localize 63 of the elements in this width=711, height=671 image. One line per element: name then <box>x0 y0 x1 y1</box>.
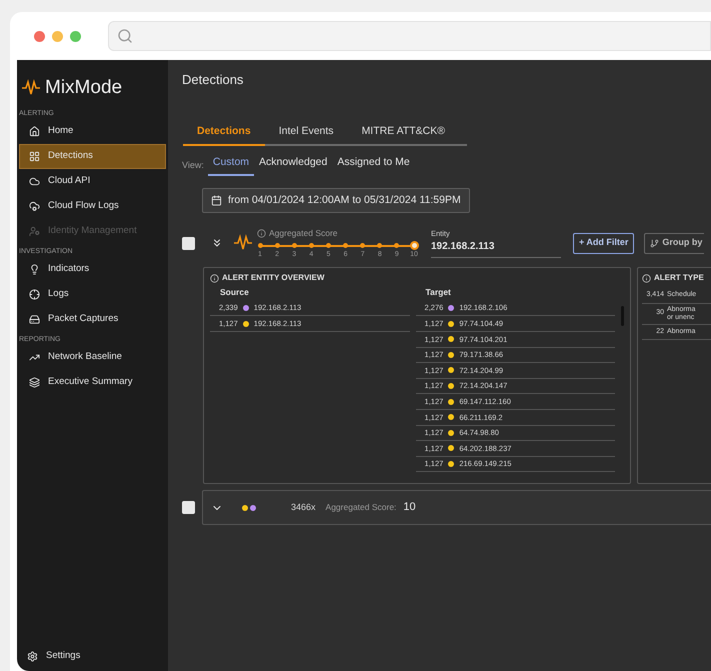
checkbox[interactable] <box>182 501 195 514</box>
logo-text: MixMode <box>45 76 122 100</box>
score-label: Aggregated Score <box>269 227 338 240</box>
add-filter-button[interactable]: + Add Filter <box>573 232 634 254</box>
user-gear-icon <box>29 226 40 236</box>
slider-tick <box>258 242 262 248</box>
sidebar-item[interactable]: Cloud API <box>19 168 166 194</box>
sidebar-item[interactable]: Executive Summary <box>19 370 166 394</box>
lightbulb-icon <box>29 264 40 274</box>
detection-row[interactable]: 3466x Aggregated Score: 10 <box>202 490 711 525</box>
score-value: 10 <box>403 500 416 516</box>
slider-thumb[interactable] <box>410 240 418 250</box>
slider-tick <box>326 242 331 248</box>
slider-tick <box>377 242 382 248</box>
score-slider[interactable] <box>257 242 417 250</box>
sidebar-item[interactable]: Logs <box>19 282 166 306</box>
cloud-icon <box>29 176 40 186</box>
sidebar-item[interactable]: Home <box>19 118 166 144</box>
slider-tick <box>308 242 314 248</box>
sidebar-item[interactable]: Detections <box>19 144 166 168</box>
slider-tick <box>394 242 400 248</box>
score-label: Aggregated Score: <box>326 501 396 514</box>
panel-title: ALERT ENTITY OVERVIEW <box>222 272 324 284</box>
group-by-button[interactable]: Group by <box>644 232 704 254</box>
address-field[interactable] <box>108 21 711 51</box>
column-heading: Source <box>220 286 250 299</box>
info-icon <box>210 274 219 282</box>
view-option[interactable]: Acknowledged <box>254 155 332 176</box>
drive-icon <box>29 314 40 324</box>
page-title: Detections <box>182 71 244 89</box>
date-range-button[interactable]: from 04/01/2024 12:00AM to 05/31/2024 11:59PM <box>202 188 470 213</box>
branch-icon <box>650 238 660 248</box>
slider-tick <box>274 242 280 248</box>
info-icon <box>642 274 651 282</box>
view-option[interactable]: Custom <box>208 155 254 176</box>
search-icon <box>117 28 133 44</box>
home-icon <box>29 126 40 136</box>
view-label: View: <box>182 158 204 172</box>
settings-icon <box>27 650 38 662</box>
view-option[interactable]: Assigned to Me <box>332 155 415 176</box>
count-text: 3466x <box>291 500 316 514</box>
tab[interactable]: Intel Events <box>264 124 348 146</box>
grid-icon <box>29 150 40 162</box>
slider-tick <box>292 242 297 248</box>
sidebar-item[interactable]: Cloud Flow Logs <box>19 194 166 218</box>
settings-link[interactable]: Settings <box>17 646 168 666</box>
crosshair-icon <box>29 288 40 300</box>
sidebar-item[interactable]: Indicators <box>19 256 166 282</box>
slider-tick <box>343 242 348 248</box>
sidebar-item[interactable]: Packet Captures <box>19 306 166 332</box>
cloud-gear-icon <box>29 200 40 212</box>
tab[interactable]: MITRE ATT&CK® <box>348 124 459 146</box>
tab[interactable]: Detections <box>183 124 265 146</box>
slider-tick <box>360 242 366 248</box>
checkbox[interactable] <box>182 236 195 250</box>
sidebar-item[interactable]: Network Baseline <box>19 344 166 370</box>
pulse-icon <box>233 234 253 252</box>
column-heading: Target <box>426 286 452 299</box>
panel-title: ALERT TYPE <box>654 272 704 284</box>
calendar-icon <box>211 195 222 206</box>
layers-icon <box>29 376 40 388</box>
info-icon <box>257 229 266 238</box>
expand-all-icon[interactable] <box>211 237 223 249</box>
